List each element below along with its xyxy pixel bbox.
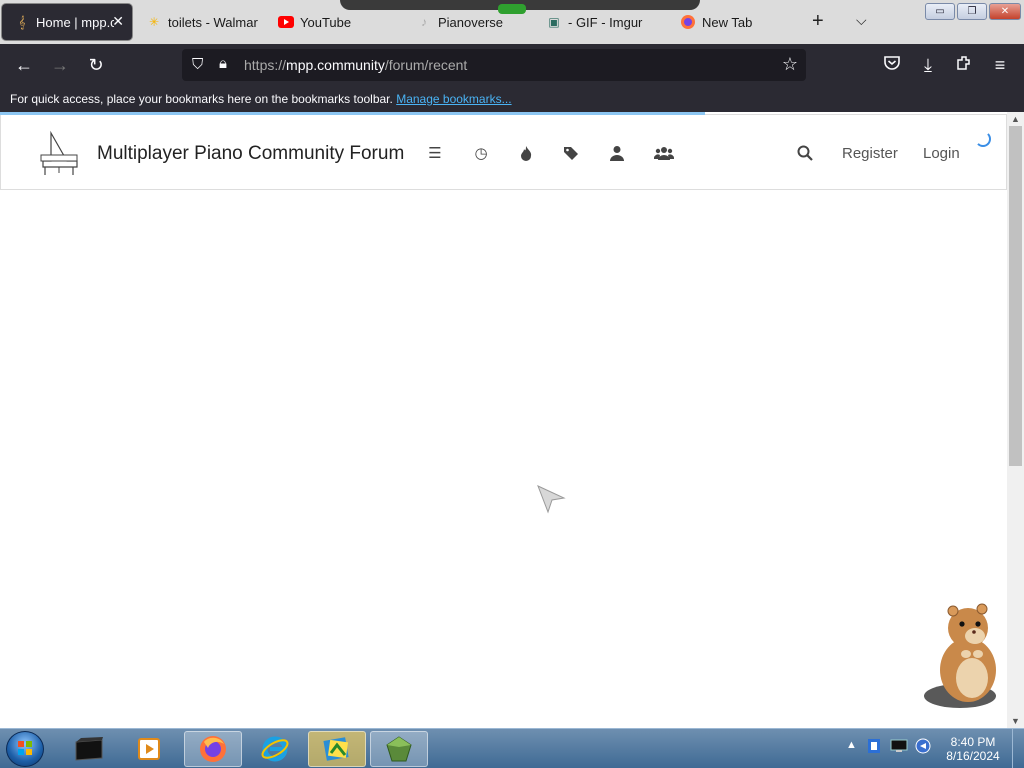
tray-network-icon[interactable] — [890, 739, 908, 756]
scrollbar-thumb[interactable] — [1009, 126, 1022, 466]
new-tab-icon[interactable]: + — [812, 10, 824, 33]
tab-title: toilets - Walmart — [168, 14, 258, 30]
tab-home-mpp[interactable]: 𝄞 Home | mpp.c ✕ — [2, 4, 132, 40]
windows-taskbar: ▲ 8:40 PM 8/16/2024 — [0, 728, 1024, 768]
manage-bookmarks-link[interactable]: Manage bookmarks... — [396, 92, 511, 106]
taskbar-sticky-app-icon[interactable] — [308, 731, 366, 767]
show-desktop-button[interactable] — [1012, 729, 1024, 768]
clock-time: 8:40 PM — [950, 735, 996, 749]
piano-favicon-icon: 𝄞 — [18, 14, 26, 29]
register-link[interactable]: Register — [842, 145, 898, 162]
reload-icon[interactable]: ↻ — [84, 54, 108, 76]
tags-icon[interactable] — [563, 145, 581, 163]
minimize-button[interactable]: ▭ — [925, 3, 955, 20]
loading-spinner — [975, 131, 991, 147]
recent-icon[interactable]: ◷ — [472, 145, 490, 163]
close-window-button[interactable]: ✕ — [989, 3, 1021, 20]
youtube-favicon-icon — [278, 14, 294, 30]
restore-button[interactable]: ❐ — [957, 3, 987, 20]
site-title[interactable]: Multiplayer Piano Community Forum — [97, 143, 404, 165]
tab-new-tab[interactable]: New Tab — [668, 4, 792, 40]
grand-piano-logo[interactable] — [37, 127, 81, 177]
tracking-shield-icon[interactable]: ⛉ — [192, 56, 203, 73]
page-load-progress — [0, 112, 705, 115]
chevron-down-icon[interactable]: ⌵ — [856, 12, 867, 29]
hamster-desktop-pet-icon[interactable] — [920, 602, 1010, 712]
tab-walmart[interactable]: ✳ toilets - Walmart — [134, 4, 258, 40]
search-icon[interactable] — [796, 145, 814, 163]
bookmarks-toolbar: For quick access, place your bookmarks h… — [0, 86, 1024, 112]
start-button[interactable] — [6, 731, 44, 767]
menu-hamburger-icon[interactable]: ≡ — [988, 54, 1012, 76]
mouse-cursor-icon — [537, 485, 566, 514]
pocket-icon[interactable] — [880, 54, 904, 76]
scroll-down-icon[interactable]: ▼ — [1007, 714, 1024, 728]
taskbar-media-player-icon[interactable] — [120, 731, 178, 767]
popular-icon[interactable] — [517, 145, 535, 163]
taskbar-firefox-icon[interactable] — [184, 731, 242, 767]
lock-icon[interactable]: 🔒︎ — [219, 55, 227, 72]
url-bar[interactable]: ⛉ 🔒︎ https://mpp.community/forum/recent … — [182, 49, 806, 81]
bookmarks-message: For quick access, place your bookmarks h… — [10, 92, 393, 106]
tab-title: - GIF - Imgur — [568, 14, 643, 30]
tab-strip: 𝄞 Home | mpp.c ✕ ✳ toilets - Walmart You… — [0, 0, 1024, 44]
screen: 𝄞 Home | mpp.c ✕ ✳ toilets - Walmart You… — [0, 0, 1024, 768]
downloads-icon[interactable]: ⤓ — [916, 54, 940, 76]
scroll-up-icon[interactable]: ▲ — [1007, 112, 1024, 126]
tab-title: Pianoverse — [438, 14, 504, 30]
bookmark-star-icon[interactable]: ☆ — [782, 54, 798, 75]
tab-title: YouTube — [300, 14, 352, 30]
pianoverse-favicon-icon: ♪ — [421, 15, 427, 29]
extensions-icon[interactable] — [952, 54, 976, 76]
site-header: Multiplayer Piano Community Forum ☰ ◷ Re… — [0, 114, 1007, 190]
login-link[interactable]: Login — [923, 145, 960, 162]
categories-icon[interactable]: ☰ — [426, 145, 444, 163]
tray-show-hidden-icon[interactable]: ▲ — [846, 739, 857, 751]
taskbar-internet-explorer-icon[interactable] — [246, 731, 304, 767]
close-tab-icon[interactable]: ✕ — [112, 13, 124, 30]
back-arrow-icon[interactable]: ← — [12, 54, 36, 76]
web-page: Multiplayer Piano Community Forum ☰ ◷ Re… — [0, 112, 1007, 728]
tray-volume-icon[interactable] — [914, 737, 932, 758]
system-clock[interactable]: 8:40 PM 8/16/2024 — [942, 735, 1004, 763]
taskbar-folder-black-icon[interactable] — [60, 731, 118, 767]
taskbar-green-gem-icon[interactable] — [370, 731, 428, 767]
tab-title: Home | mpp.c — [36, 14, 114, 30]
tab-title: New Tab — [702, 14, 753, 30]
groups-icon[interactable] — [653, 145, 675, 163]
user-icon[interactable] — [608, 145, 626, 163]
tab-pianoverse[interactable]: ♪ Pianoverse — [404, 4, 528, 40]
tab-imgur[interactable]: ▣ - GIF - Imgur — [534, 4, 660, 40]
tab-youtube[interactable]: YouTube — [266, 4, 390, 40]
forward-arrow-icon[interactable]: → — [48, 54, 72, 76]
url-text[interactable]: https://mpp.community/forum/recent — [244, 57, 467, 73]
firefox-favicon-icon — [680, 14, 696, 30]
tray-app-icon[interactable] — [866, 737, 882, 758]
clock-date: 8/16/2024 — [946, 749, 1000, 763]
walmart-favicon-icon: ✳ — [148, 15, 160, 29]
imgur-favicon-icon: ▣ — [548, 15, 560, 29]
navigation-toolbar: ← → ↻ ⛉ 🔒︎ https://mpp.community/forum/r… — [0, 44, 1024, 86]
